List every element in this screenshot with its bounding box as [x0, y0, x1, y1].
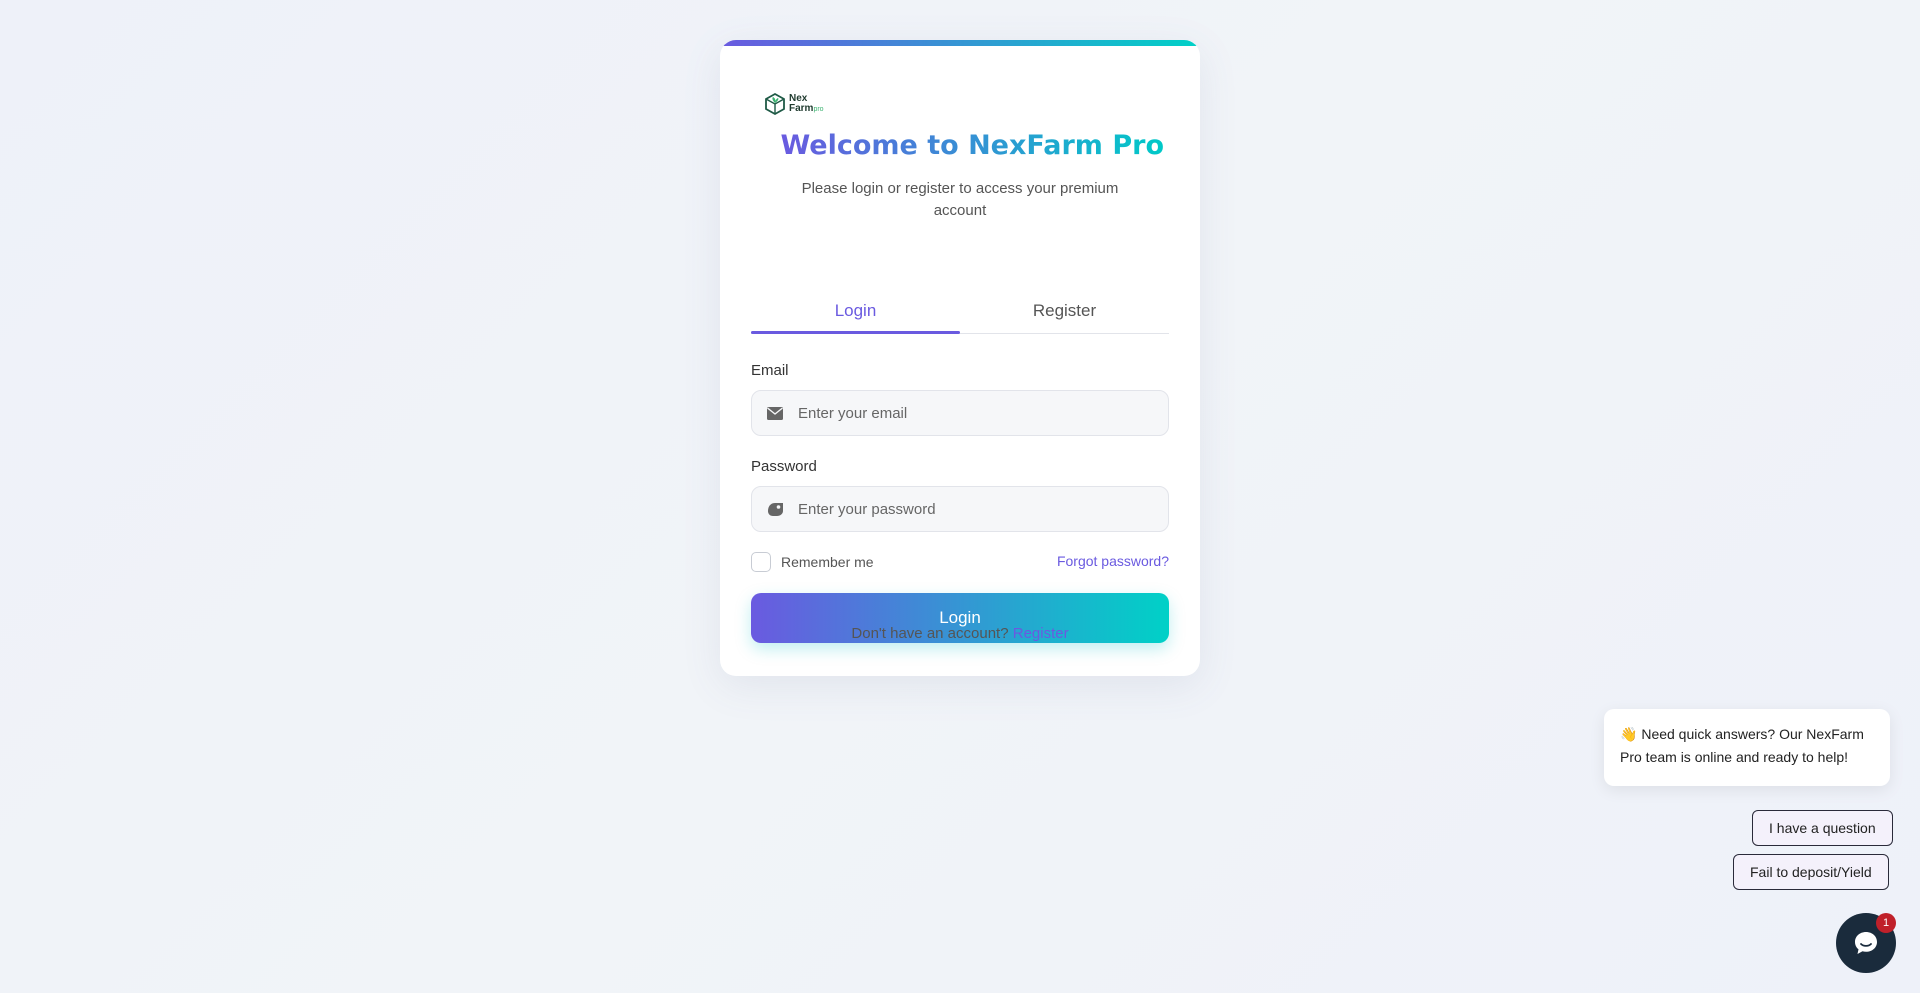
email-input[interactable] [798, 391, 1168, 435]
quick-reply-deposit[interactable]: Fail to deposit/Yield [1733, 854, 1889, 890]
register-link[interactable]: Register [1013, 625, 1069, 642]
wave-icon: 👋 [1620, 726, 1638, 742]
email-field [751, 390, 1169, 436]
chat-greeting-text: Need quick answers? Our NexFarm Pro team… [1620, 726, 1864, 765]
tab-register[interactable]: Register [960, 288, 1169, 333]
password-field [751, 486, 1169, 532]
logo-line2: Farm [789, 102, 814, 114]
logo-line2-wrap: Farmpro [789, 102, 824, 115]
leaf-cube-icon [765, 92, 785, 116]
remember-label: Remember me [781, 554, 874, 570]
password-label: Password [751, 458, 817, 475]
chat-bubble-icon [1855, 932, 1877, 954]
page-title: Welcome to NexFarm Pro [780, 130, 1164, 161]
register-prompt-text: Don't have an account? [851, 625, 1009, 642]
card-accent-bar [720, 40, 1200, 46]
forgot-password-link[interactable]: Forgot password? [1057, 553, 1169, 569]
logo-suffix: pro [813, 105, 824, 113]
logo-wordmark: Nex Farmpro [789, 93, 824, 115]
chat-greeting-bubble: 👋 Need quick answers? Our NexFarm Pro te… [1604, 709, 1890, 786]
unread-badge: 1 [1876, 913, 1896, 933]
tab-login[interactable]: Login [751, 288, 960, 334]
brand-logo: Nex Farmpro [764, 92, 824, 116]
password-input[interactable] [798, 487, 1168, 531]
login-card: Nex Farmpro Welcome to NexFarm Pro Pleas… [720, 40, 1200, 676]
remember-checkbox[interactable] [751, 552, 771, 572]
quick-reply-question[interactable]: I have a question [1752, 810, 1893, 846]
email-label: Email [751, 362, 789, 379]
tag-icon [752, 502, 798, 517]
page-subtitle: Please login or register to access your … [801, 180, 1119, 219]
register-prompt: Don't have an account? Register [720, 625, 1200, 642]
envelope-icon [752, 406, 798, 420]
auth-tabs: Login Register [751, 288, 1169, 334]
remember-me: Remember me [751, 552, 874, 572]
